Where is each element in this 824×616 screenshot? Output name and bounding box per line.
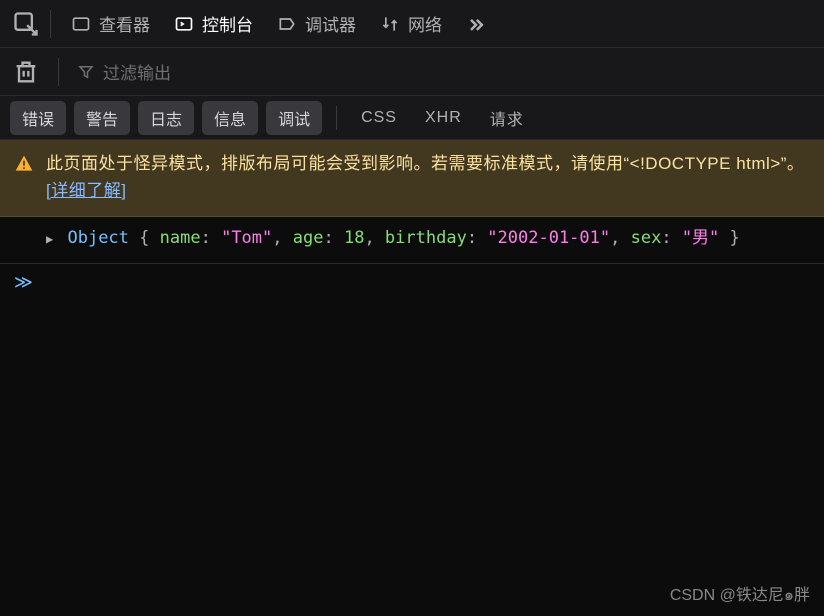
tab-console[interactable]: 控制台	[164, 5, 263, 42]
pick-element-icon[interactable]	[12, 10, 40, 38]
warning-icon	[14, 154, 34, 182]
filter-bar: 过滤输出	[0, 48, 824, 96]
prompt-chevron-icon: ≫	[14, 272, 33, 293]
tab-network[interactable]: 网络	[370, 5, 452, 42]
chip-warning[interactable]: 警告	[74, 101, 130, 135]
devtools-toolbar: 查看器 控制台 调试器 网络	[0, 0, 824, 48]
filter-input[interactable]: 过滤输出	[77, 59, 171, 84]
chip-error[interactable]: 错误	[10, 101, 66, 135]
quirks-mode-warning: 此页面处于怪异模式，排版布局可能会受到影响。若需要标准模式，请使用“<!DOCT…	[0, 140, 824, 217]
tab-inspector[interactable]: 查看器	[61, 5, 160, 42]
prop-age-val: 18	[344, 228, 364, 248]
prop-sex-key: sex	[631, 228, 662, 248]
learn-more-link[interactable]: [详细了解]	[46, 181, 126, 200]
filter-placeholder: 过滤输出	[103, 59, 171, 84]
log-content: ▶ Object { name: "Tom", age: 18, birthda…	[46, 225, 810, 252]
chip-info[interactable]: 信息	[202, 101, 258, 135]
warning-message: 此页面处于怪异模式，排版布局可能会受到影响。若需要标准模式，请使用“<!DOCT…	[46, 154, 804, 173]
chip-debug[interactable]: 调试	[266, 101, 322, 135]
prop-name-key: name	[160, 228, 201, 248]
prop-age-key: age	[293, 228, 324, 248]
tab-network-label: 网络	[408, 11, 442, 36]
chip-log[interactable]: 日志	[138, 101, 194, 135]
tab-inspector-label: 查看器	[99, 11, 150, 36]
prop-sex-val: "男"	[682, 228, 719, 248]
divider	[50, 10, 51, 38]
prop-birthday-key: birthday	[385, 228, 467, 248]
divider	[336, 106, 337, 130]
toggle-css[interactable]: CSS	[351, 104, 407, 132]
toggle-xhr[interactable]: XHR	[415, 104, 472, 132]
warning-text: 此页面处于怪异模式，排版布局可能会受到影响。若需要标准模式，请使用“<!DOCT…	[46, 150, 810, 204]
disclosure-triangle[interactable]: ▶	[46, 230, 53, 249]
funnel-icon	[77, 63, 95, 81]
prop-birthday-val: "2002-01-01"	[487, 228, 610, 248]
brace-close: }	[730, 228, 740, 248]
console-prompt[interactable]: ≫	[0, 264, 824, 301]
object-keyword: Object	[67, 228, 128, 248]
watermark: CSDN @铁达尼๑胖	[670, 581, 810, 608]
divider	[58, 58, 59, 86]
tabs-overflow[interactable]	[456, 8, 496, 40]
console-log-row: ▶ Object { name: "Tom", age: 18, birthda…	[0, 217, 824, 263]
tab-debugger-label: 调试器	[305, 11, 356, 36]
tab-debugger[interactable]: 调试器	[267, 5, 366, 42]
brace-open: {	[139, 228, 159, 248]
tab-console-label: 控制台	[202, 11, 253, 36]
toggle-requests[interactable]: 请求	[480, 101, 534, 135]
trash-icon[interactable]	[12, 58, 40, 86]
log-level-bar: 错误 警告 日志 信息 调试 CSS XHR 请求	[0, 96, 824, 140]
prop-name-val: "Tom"	[221, 228, 272, 248]
